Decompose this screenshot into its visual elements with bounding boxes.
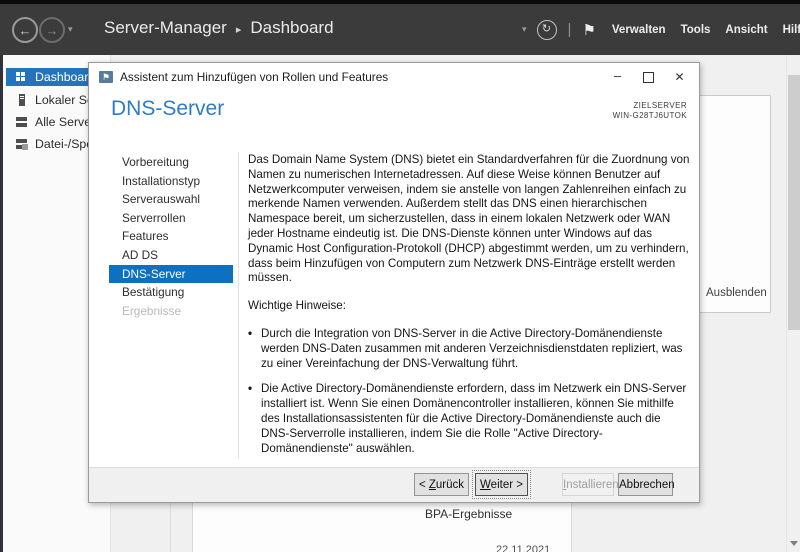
dialog-titlebar: ⚑ Assistent zum Hinzufügen von Rollen un…: [89, 63, 699, 91]
bpa-timestamp: 22.11.2021 15:51: [496, 544, 571, 552]
wizard-step-installationstyp[interactable]: Installationstyp: [109, 172, 233, 191]
scrollbar-thumb[interactable]: [788, 75, 800, 330]
welcome-tile: Ausblenden: [698, 95, 771, 313]
wizard-flag-icon: ⚑: [99, 71, 113, 83]
note-item: • Durch die Integration von DNS-Server i…: [248, 327, 692, 371]
bullet-icon: •: [248, 327, 261, 371]
wizard-footer: < Zurück Weiter > Installieren Abbrechen: [89, 467, 699, 502]
menu-ansicht[interactable]: Ansicht: [725, 24, 767, 36]
all-servers-icon: [15, 116, 28, 128]
notifications-flag-icon[interactable]: ⚑: [582, 21, 595, 39]
button-label: urück: [436, 479, 464, 491]
breadcrumb-root[interactable]: Server-Manager: [104, 18, 227, 38]
hide-button[interactable]: Ausblenden: [706, 287, 767, 299]
maximize-button[interactable]: [633, 63, 664, 91]
bpa-results-tile: BPA-Ergebnisse 22.11.2021 15:51: [192, 503, 572, 552]
local-server-icon: [15, 94, 28, 106]
wizard-step-dns-server[interactable]: DNS-Server: [109, 265, 233, 284]
note-text: Die Active Directory-Domänendienste erfo…: [261, 382, 692, 456]
breadcrumb: Server-Manager ▸ Dashboard: [104, 18, 334, 38]
wizard-step-ergebnisse: Ergebnisse: [109, 302, 233, 321]
wizard-content: Das Domain Name System (DNS) bietet ein …: [248, 153, 692, 456]
breadcrumb-current[interactable]: Dashboard: [250, 18, 333, 38]
menubar: Verwalten Tools Ansicht Hilfe: [612, 24, 800, 36]
wizard-step-serverauswahl[interactable]: Serverauswahl: [109, 190, 233, 209]
maximize-icon: [643, 72, 654, 83]
sidebar-item-label: Dashboard: [35, 70, 95, 84]
target-server-block: ZIELSERVER WIN-G28TJ6UTOK: [613, 101, 687, 121]
wizard-step-features[interactable]: Features: [109, 227, 233, 246]
button-label: W: [480, 479, 491, 491]
page-title: DNS-Server: [111, 97, 224, 121]
server-manager-window: ← → ▾ Server-Manager ▸ Dashboard ▾ ↻ | ⚑…: [0, 0, 800, 552]
bpa-results-title: BPA-Ergebnisse: [425, 507, 512, 521]
next-step-button[interactable]: Weiter >: [475, 473, 528, 496]
button-label: eiter >: [491, 479, 523, 491]
wizard-step-vorbereitung[interactable]: Vorbereitung: [109, 153, 233, 172]
topbar-right-cluster: ▾ ↻ | ⚑ Verwalten Tools Ansicht Hilfe: [522, 4, 800, 55]
dashboard-grid-icon: [15, 71, 28, 83]
file-storage-icon: [15, 138, 28, 150]
dns-description: Das Domain Name System (DNS) bietet ein …: [248, 153, 692, 286]
back-step-button[interactable]: < Zurück: [414, 473, 469, 496]
close-button[interactable]: ✕: [664, 63, 695, 91]
history-caret-icon[interactable]: ▾: [68, 24, 73, 35]
sidebar-item-label: Alle Server: [35, 115, 95, 129]
scrollbar-down-icon[interactable]: [790, 541, 798, 546]
menu-hilfe[interactable]: Hilfe: [783, 24, 800, 36]
bullet-icon: •: [248, 382, 261, 456]
cancel-button[interactable]: Abbrechen: [618, 473, 673, 496]
wizard-step-bestaetigung[interactable]: Bestätigung: [109, 283, 233, 302]
button-label: <: [419, 479, 429, 491]
wizard-step-ad-ds[interactable]: AD DS: [109, 246, 233, 265]
menu-verwalten[interactable]: Verwalten: [612, 24, 666, 36]
note-text: Durch die Integration von DNS-Server in …: [261, 327, 692, 371]
button-label: nstallieren: [566, 479, 618, 491]
important-notes-title: Wichtige Hinweise:: [248, 299, 692, 314]
forward-icon: →: [46, 23, 59, 38]
button-label: Abbrechen: [619, 479, 675, 491]
back-button[interactable]: ←: [12, 17, 38, 43]
topbar: ← → ▾ Server-Manager ▸ Dashboard ▾ ↻ | ⚑…: [0, 4, 800, 55]
refresh-caret-icon[interactable]: ▾: [522, 24, 527, 35]
nav-content-divider: [238, 152, 239, 459]
back-icon: ←: [19, 23, 32, 38]
wizard-nav: Vorbereitung Installationstyp Serverausw…: [109, 153, 233, 320]
dialog-title: Assistent zum Hinzufügen von Rollen und …: [120, 70, 388, 84]
wizard-step-serverrollen[interactable]: Serverrollen: [109, 209, 233, 228]
minimize-button[interactable]: –: [602, 63, 633, 91]
topbar-divider: |: [567, 21, 573, 38]
forward-button[interactable]: →: [39, 17, 65, 43]
refresh-icon[interactable]: ↻: [537, 20, 557, 40]
note-item: • Die Active Directory-Domänendienste er…: [248, 382, 692, 456]
tile-border: [170, 503, 171, 552]
target-server-label: ZIELSERVER: [613, 101, 687, 111]
vertical-scrollbar[interactable]: [786, 55, 800, 552]
close-icon: ✕: [674, 70, 684, 84]
add-roles-features-wizard: ⚑ Assistent zum Hinzufügen von Rollen un…: [88, 62, 700, 503]
breadcrumb-separator-icon: ▸: [236, 21, 242, 36]
button-label: Z: [429, 479, 436, 491]
target-server-name: WIN-G28TJ6UTOK: [613, 111, 687, 121]
menu-tools[interactable]: Tools: [681, 24, 711, 36]
minimize-icon: –: [614, 68, 621, 83]
window-controls: – ✕: [602, 63, 695, 91]
install-button: Installieren: [562, 473, 614, 496]
